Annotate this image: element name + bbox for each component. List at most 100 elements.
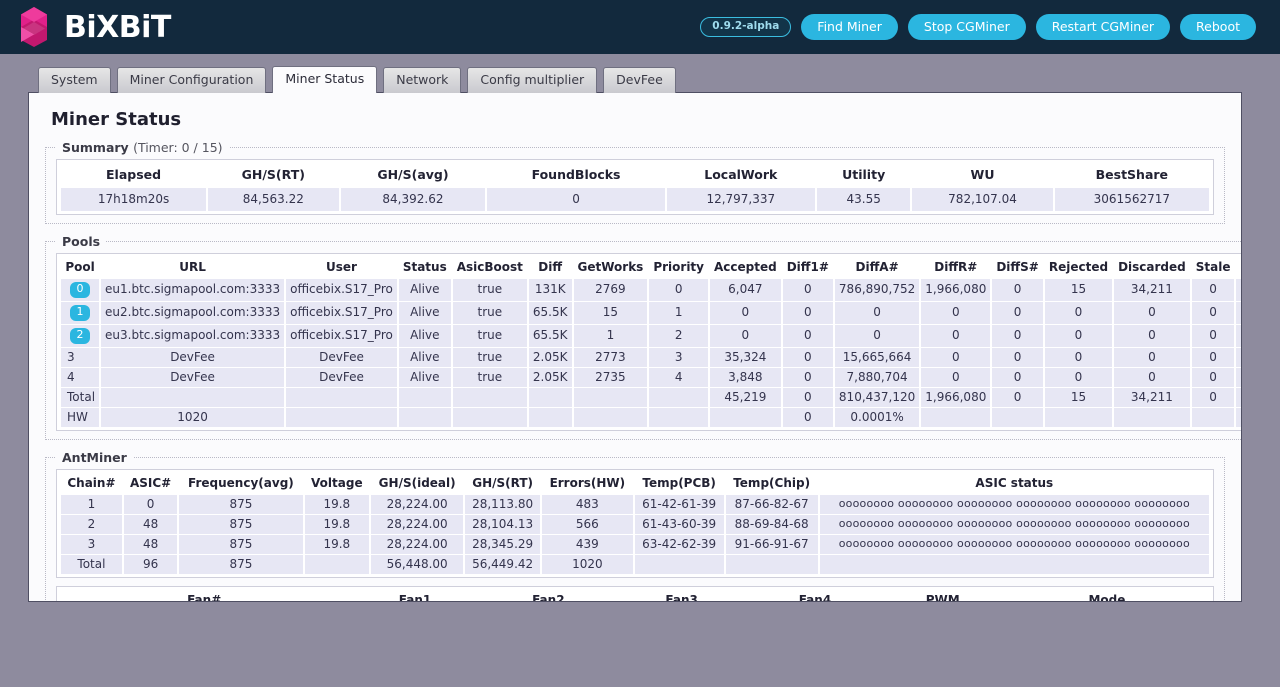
find-miner-button[interactable]: Find Miner [801,13,898,41]
table-cell: 2735 [573,367,648,387]
table-cell: 6,047 [710,279,781,301]
table-cell: 0 [649,279,708,301]
table-row: 3 DevFee DevFee Alive true 2.05K 2773 3 35,324 0 1… [61,347,1241,367]
column-header: DiffA# [834,257,920,278]
reboot-button[interactable]: Reboot [1180,13,1256,41]
table-cell: Alive [398,367,451,387]
table-cell [725,554,818,574]
table-cell: 88-69-84-68 [725,514,818,534]
table-header-row: Pool URL User Status AsicBoost Diff GetWorks Pr… [61,257,1241,278]
column-header: User [286,257,397,278]
table-cell: 0 [782,347,833,367]
table-row: 2 48 875 19.8 28,224.00 28,104.13 566 61-43-60-… [61,514,1209,534]
table-cell: 0 [1191,347,1235,367]
table-cell: 0 [992,367,1043,387]
column-header: Voltage [304,472,370,494]
column-header: GH/S(RT) [208,163,339,187]
table-cell: 0 [1236,301,1241,324]
table-cell: 28,224.00 [371,494,464,514]
table-cell: 875 [179,514,303,534]
tab-system[interactable]: System [38,67,111,93]
table-cell: 84,563.22 [208,188,339,211]
tab-miner-status[interactable]: Miner Status [272,66,378,93]
table-cell: 15 [573,301,648,324]
table-cell [573,387,648,407]
column-header: Fan# [61,589,348,601]
table-cell: 439 [542,534,633,554]
table-cell [452,387,527,407]
column-header: GH/S(ideal) [371,472,464,494]
column-header: DiffS# [992,257,1043,278]
pool-index-badge: 1 [61,301,100,324]
table-cell [992,407,1043,427]
table-cell: 0 [1191,387,1235,407]
tab-network[interactable]: Network [383,67,462,93]
table-cell [634,554,724,574]
table-cell: 782,107.04 [912,188,1053,211]
table-cell: 0 [992,347,1043,367]
pools-table-wrap: Pool URL User Status AsicBoost Diff GetWorks Pr… [56,253,1241,431]
table-cell: 48 [123,514,178,534]
table-cell: 91-66-91-67 [725,534,818,554]
column-header: Mode [1004,589,1209,601]
column-header: Priority [649,257,708,278]
table-cell: 2773 [573,347,648,367]
table-cell [649,387,708,407]
column-header: GH/S(RT) [465,472,541,494]
table-header-row: Chain# ASIC# Frequency(avg) Voltage GH/S(ide… [61,472,1209,494]
column-header: Fan4 [749,589,881,601]
table-cell: 43.55 [816,188,911,211]
table-cell: 786,890,752 [834,279,920,301]
table-cell: 0 [782,407,833,427]
stop-cgminer-button[interactable]: Stop CGMiner [907,13,1026,41]
pool-index-label: 4 [61,367,100,387]
table-cell: 0 [1236,324,1241,347]
table-header-row: Fan# Fan1 Fan2 Fan3 Fan4 PWM Mode [61,589,1209,601]
header-actions: 0.9.2-alpha Find Miner Stop CGMiner Rest… [700,13,1256,41]
table-cell: 7,880,704 [834,367,920,387]
table-cell: 34,211 [1114,387,1190,407]
brand-name: BiXBiT [64,9,171,45]
table-cell [921,407,991,427]
table-cell: Alive [398,324,451,347]
column-header: Rejected [1044,257,1113,278]
table-cell: Alive [398,301,451,324]
table-cell: 15 [1044,387,1113,407]
table-cell: 875 [179,534,303,554]
table-cell: 35,324 [710,347,781,367]
table-cell: 875 [179,494,303,514]
table-cell: 0 [1044,301,1113,324]
table-cell: 2 [61,514,122,534]
table-cell: 0 [1044,324,1113,347]
table-cell: Alive [398,347,451,367]
tab-config-multiplier[interactable]: Config multiplier [467,67,598,93]
table-cell: true [452,279,527,301]
pool-index-badge: 2 [61,324,100,347]
column-header: Diff1# [782,257,833,278]
bixbit-logo-icon [21,7,47,47]
table-cell: 0 [1191,324,1235,347]
table-cell: 0 [782,367,833,387]
table-cell: 0 [782,324,833,347]
table-cell: 1020 [542,554,633,574]
brand: BiXBiT [14,6,171,48]
table-cell: 28,113.80 [465,494,541,514]
table-cell [710,407,781,427]
table-cell: 15 [1044,279,1113,301]
column-header: Discarded [1114,257,1190,278]
tab-devfee[interactable]: DevFee [603,67,676,93]
column-header: GH/S(avg) [340,163,486,187]
restart-cgminer-button[interactable]: Restart CGMiner [1035,13,1171,41]
column-header: PWM [882,589,1003,601]
tab-miner-configuration[interactable]: Miner Configuration [116,67,267,93]
app-header: BiXBiT 0.9.2-alpha Find Miner Stop CGMin… [0,0,1280,54]
table-cell: 0 [1114,347,1190,367]
table-cell: 28,224.00 [371,514,464,534]
table-cell: 56,448.00 [371,554,464,574]
table-cell: 0 [1114,367,1190,387]
table-cell: 1,966,080 [921,387,991,407]
table-row: 0 eu1.btc.sigmapool.com:3333 officebix.S17… [61,279,1241,301]
pool-badge: 0 [70,282,91,298]
table-cell [528,407,572,427]
table-cell: 17h18m20s [61,188,207,211]
